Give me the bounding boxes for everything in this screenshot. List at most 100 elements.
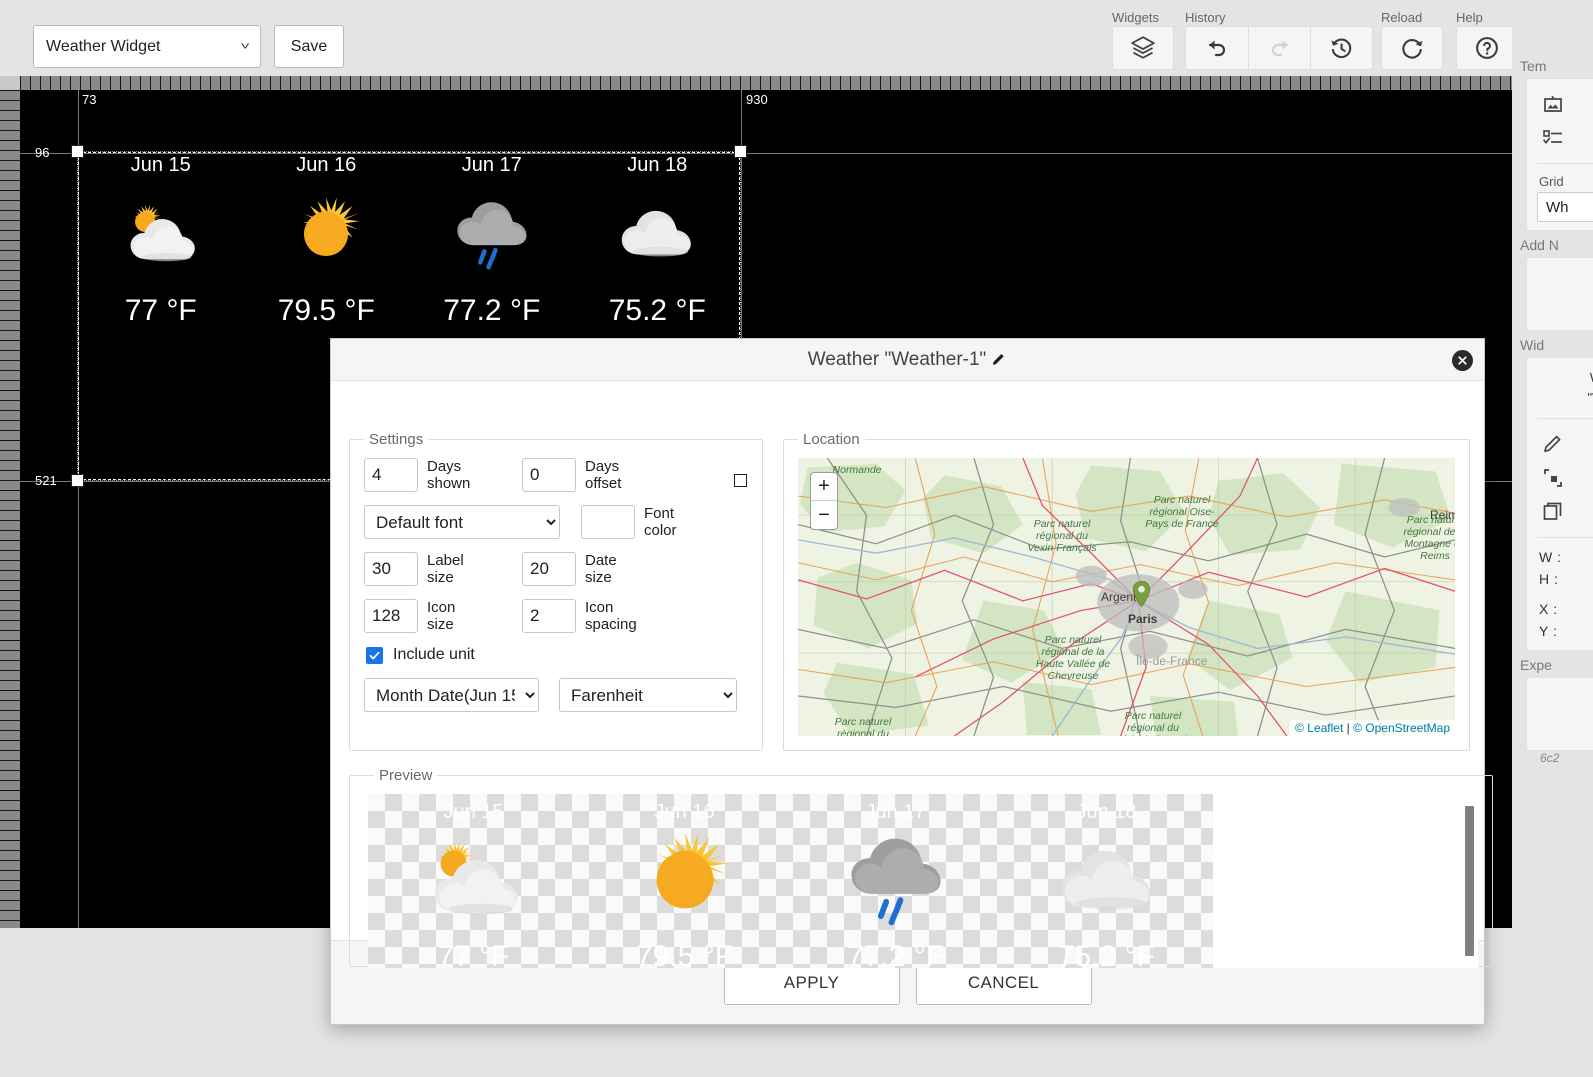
sidebar-hash-text: 6c2 (1540, 751, 1560, 765)
label-size-label: Label size (427, 552, 499, 586)
preview-legend: Preview (379, 767, 433, 784)
map-pin-icon[interactable] (1132, 580, 1151, 608)
include-unit-checkbox[interactable] (366, 646, 383, 664)
label-size-field: Label size (364, 552, 499, 586)
map-zoom-controls: + − (810, 472, 838, 530)
date-format-select[interactable]: Month Date(Jun 15) (364, 678, 539, 712)
widget-day-date: Jun 16 (296, 154, 357, 176)
help-circle-icon (1476, 37, 1498, 59)
preview-viewport[interactable]: Jun 15 77 °F Jun 16 79.5 °F Jun 17 77.2 °F… (368, 794, 1478, 968)
include-unit-label: Include unit (393, 646, 475, 663)
image-frame-icon (1544, 95, 1562, 112)
history-group-label: History (1185, 10, 1226, 25)
sidebar-divider-1 (1537, 163, 1593, 164)
widget-type-select[interactable]: Weather Widget ˅ (33, 25, 261, 68)
sidebar-divider-2 (1537, 418, 1593, 419)
widgets-button[interactable] (1112, 26, 1174, 70)
include-unit-row[interactable]: Include unit (366, 646, 748, 664)
dialog-header: Weather "Weather-1" (331, 339, 1484, 381)
guide-number-y-bottom: 521 (35, 473, 57, 488)
font-color-label-l1: Font (644, 505, 675, 522)
undo-icon (1208, 40, 1226, 57)
settings-fieldset: Settings Days shown Days offset (349, 431, 763, 751)
preview-day: Jun 17 77.2 °F (790, 794, 1001, 968)
top-toolbar: Weather Widget ˅ Save Widgets History Re… (0, 0, 1593, 76)
dialog-body: Settings Days shown Days offset (331, 381, 1493, 968)
icon-size-input[interactable] (364, 599, 418, 633)
widget-day-icon (409, 184, 575, 284)
resize-handle-top-left[interactable] (71, 145, 84, 158)
close-button[interactable] (1452, 350, 1473, 371)
layers-icon (1131, 36, 1155, 59)
sidebar-widget-name-line1: W (1527, 366, 1593, 390)
widget-day-icon (78, 184, 244, 284)
sidebar-template-label: Tem (1520, 58, 1547, 74)
right-sidebar: Tem Grid Wh Add N Wid " W: H: X: Y: … (1512, 0, 1593, 1077)
preview-day: Jun 16 79.5 °F (579, 794, 790, 968)
resize-handle-bottom-left[interactable] (71, 474, 84, 487)
label-size-input[interactable] (364, 552, 418, 586)
preview-day: Jun 15 77 °F (368, 794, 579, 968)
sidebar-grid-input[interactable]: Wh (1537, 192, 1593, 222)
date-size-input[interactable] (522, 552, 576, 586)
font-color-swatch[interactable] (581, 505, 635, 539)
days-offset-label: Days offset (585, 458, 657, 492)
help-button[interactable] (1456, 26, 1518, 70)
widget-duplicate-button[interactable] (1527, 495, 1593, 529)
sidebar-add-new-card[interactable] (1526, 257, 1593, 331)
font-select[interactable]: Default font (364, 505, 560, 539)
widget-edit-button[interactable] (1527, 427, 1593, 461)
sidebar-export-card[interactable] (1526, 677, 1593, 751)
days-shown-field: Days shown (364, 458, 499, 492)
icon-spacing-label: Icon spacing (585, 599, 657, 633)
reload-button[interactable] (1381, 26, 1443, 70)
copy-icon (1543, 502, 1562, 520)
map-zoom-out-button[interactable]: − (811, 501, 837, 529)
widget-cut-button[interactable] (1527, 461, 1593, 495)
rain-cloud-icon (850, 839, 941, 926)
horizontal-ruler[interactable] (20, 76, 1512, 90)
preview-day-icon (368, 824, 579, 936)
resize-handle-top-right[interactable] (734, 145, 747, 158)
vertical-ruler[interactable] (0, 90, 20, 928)
preview-day-icon (579, 824, 790, 936)
ruler-corner (0, 76, 20, 90)
resize-handle-bottom-right[interactable] (734, 474, 747, 487)
preview-day-icon (790, 824, 1001, 936)
preview-scrollbar-thumb[interactable] (1465, 806, 1474, 956)
redo-button[interactable] (1248, 27, 1310, 69)
template-image-button[interactable] (1527, 87, 1593, 121)
days-offset-input[interactable] (522, 458, 576, 492)
icon-size-label-l1: Icon (427, 599, 456, 616)
reload-group-label: Reload (1381, 10, 1423, 25)
dialog-title: Weather "Weather-1" (807, 348, 987, 370)
font-color-field: Font color (581, 505, 716, 539)
sidebar-height-label: H : (1539, 571, 1559, 587)
preview-day-date: Jun 18 (1076, 801, 1137, 823)
guide-number-x-left: 73 (82, 92, 97, 107)
map-zoom-in-button[interactable]: + (811, 473, 837, 501)
template-list-button[interactable] (1527, 121, 1593, 155)
widget-day: Jun 18 75.2 °F (575, 152, 741, 328)
openstreetmap-link[interactable]: © OpenStreetMap (1353, 721, 1450, 735)
icon-spacing-input[interactable] (522, 599, 576, 633)
icon-size-label: Icon size (427, 599, 499, 633)
widget-day-temp: 79.5 °F (277, 294, 375, 327)
temp-unit-select[interactable]: Farenheit (559, 678, 737, 712)
undo-button[interactable] (1186, 27, 1248, 69)
widget-day-temp: 77 °F (124, 294, 197, 327)
pencil-icon[interactable] (990, 351, 1007, 368)
save-button[interactable]: Save (274, 25, 344, 68)
leaflet-link[interactable]: © Leaflet (1295, 721, 1343, 735)
location-map[interactable]: + − Normande Parc naturel régional du Ve… (798, 458, 1455, 736)
help-group-label: Help (1456, 10, 1483, 25)
sun-behind-cloud-icon (434, 841, 518, 915)
days-shown-input[interactable] (364, 458, 418, 492)
location-fieldset: Location + − Normande Parc naturel régio… (783, 431, 1470, 751)
days-shown-label-l2: shown (427, 475, 471, 492)
history-button[interactable] (1310, 27, 1372, 69)
date-size-field: Date size (522, 552, 657, 586)
sidebar-x-label: X : (1539, 601, 1558, 617)
preview-day-temp: 79.5 °F (635, 940, 734, 968)
preview-day: Jun 18 75.2 °F (1001, 794, 1212, 968)
